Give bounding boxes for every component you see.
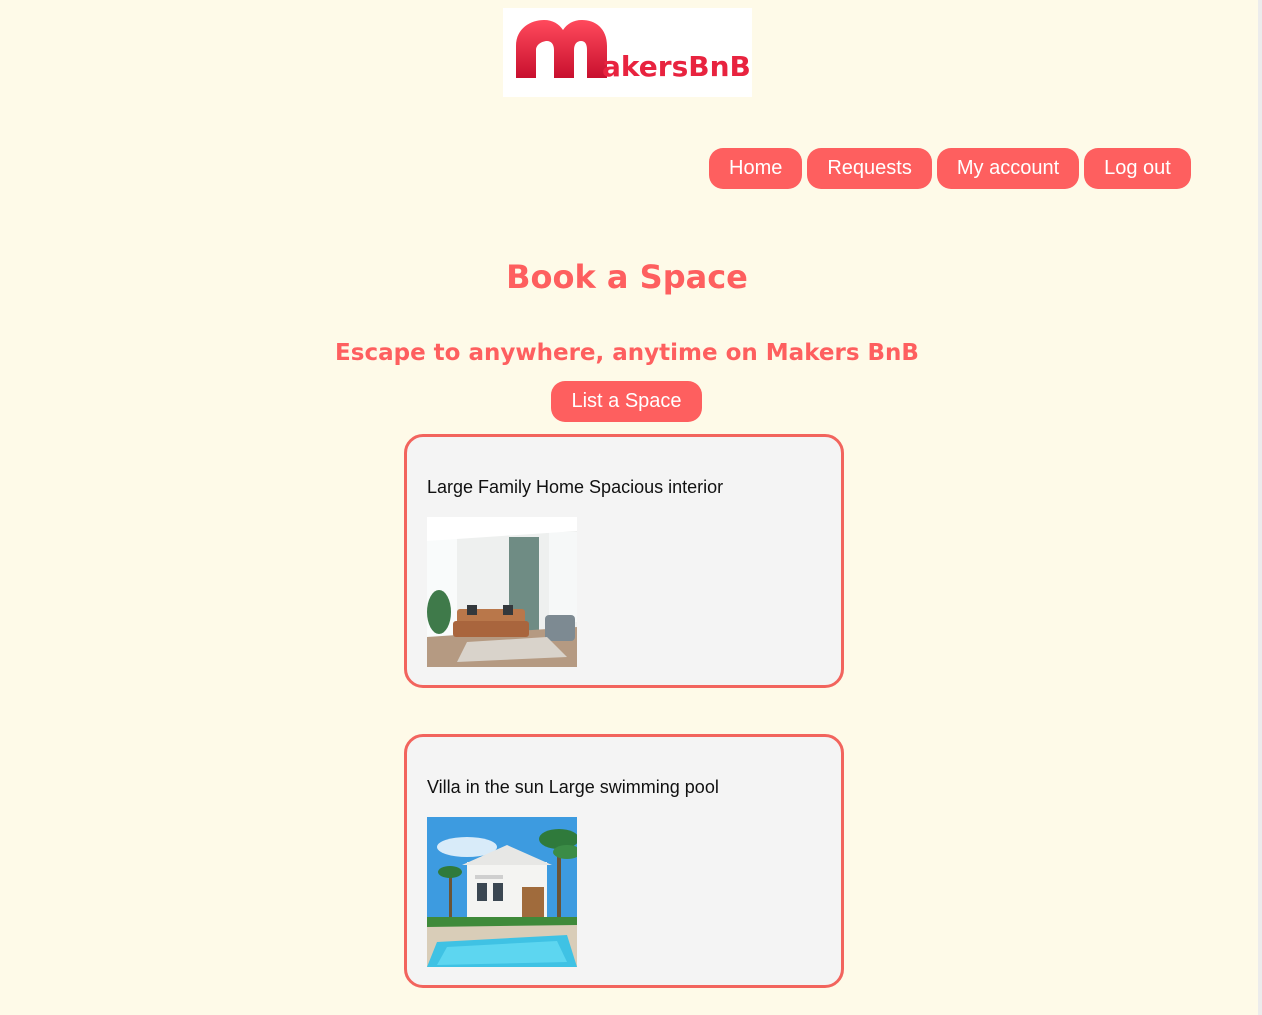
page-title: Book a Space	[506, 258, 748, 296]
page-right-edge	[1258, 0, 1262, 1015]
space-card[interactable]: Large Family Home Spacious interior	[404, 434, 844, 688]
space-title[interactable]: Villa in the sun Large swimming pool	[427, 777, 719, 798]
makersbnb-logo[interactable]: akersBnB	[503, 8, 752, 97]
space-image-villa-pool[interactable]	[427, 817, 577, 967]
nav-requests-button[interactable]: Requests	[807, 148, 932, 189]
list-a-space-button[interactable]: List a Space	[551, 381, 702, 422]
nav-home-button[interactable]: Home	[709, 148, 803, 189]
space-image-living-room[interactable]	[427, 517, 577, 667]
nav-my-account-button[interactable]: My account	[936, 148, 1080, 189]
main-nav: Home Requests My account Log out	[709, 148, 1191, 189]
page-subtitle: Escape to anywhere, anytime on Makers Bn…	[335, 340, 919, 366]
logo-wordmark: akersBnB	[602, 50, 751, 83]
space-card[interactable]: Villa in the sun Large swimming pool	[404, 734, 844, 988]
nav-log-out-button[interactable]: Log out	[1084, 148, 1191, 189]
space-title[interactable]: Large Family Home Spacious interior	[427, 477, 723, 498]
